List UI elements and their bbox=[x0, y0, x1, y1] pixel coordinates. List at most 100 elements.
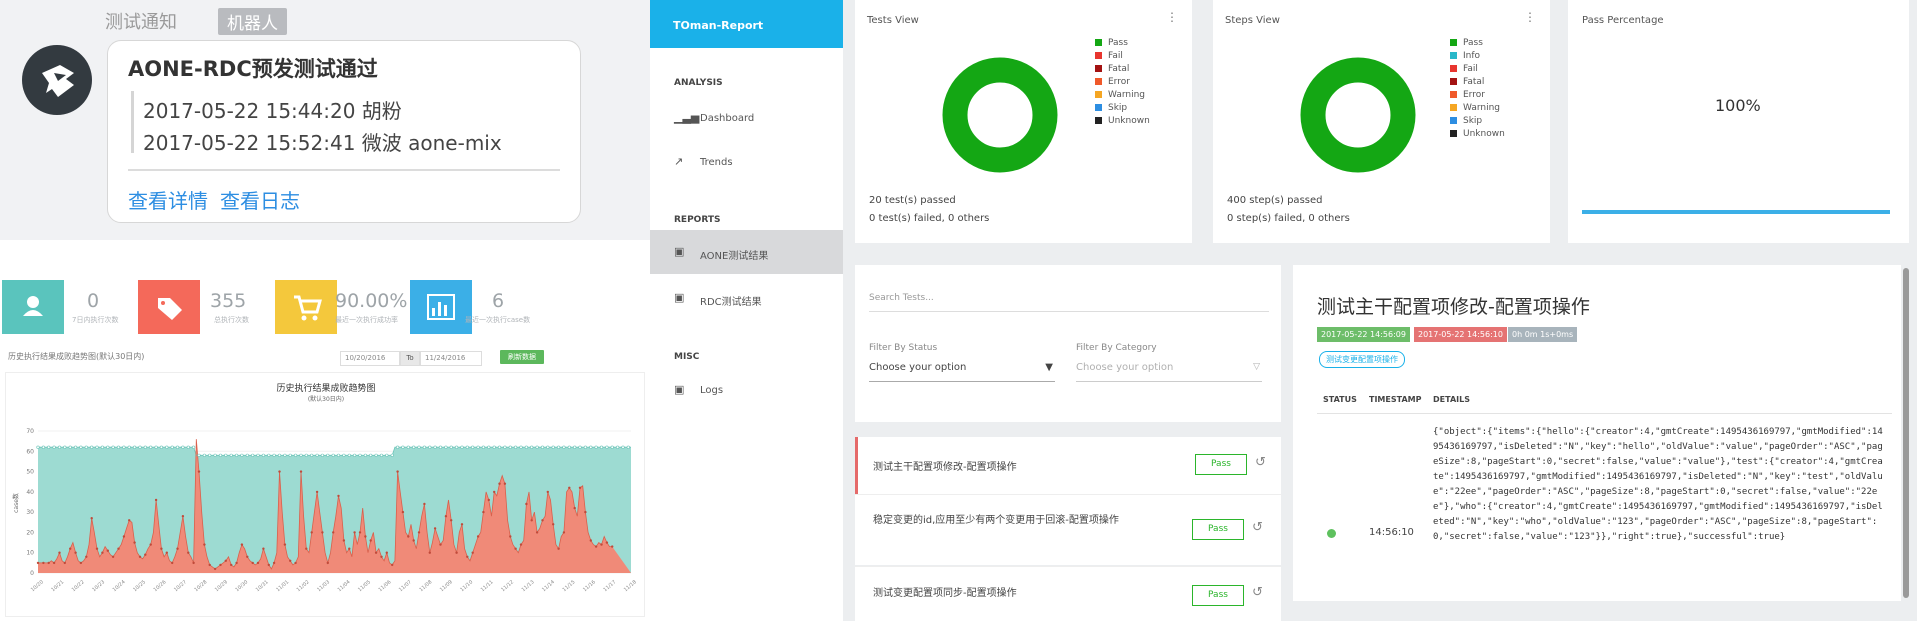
failed-point bbox=[310, 531, 313, 534]
legend-item[interactable]: Unknown bbox=[1450, 129, 1505, 139]
notification-line: 2017-05-22 15:52:41 微波 aone-mix bbox=[143, 131, 502, 155]
category-chip[interactable]: 测试变更配置项操作 bbox=[1319, 351, 1405, 368]
legend-swatch bbox=[1450, 91, 1457, 98]
failed-point bbox=[450, 519, 453, 522]
total-point bbox=[428, 445, 432, 449]
failed-point bbox=[557, 547, 560, 550]
legend-item[interactable]: Fatal bbox=[1450, 77, 1484, 87]
failed-point bbox=[482, 510, 485, 514]
failed-point bbox=[283, 543, 287, 546]
legend-item[interactable]: Skip bbox=[1095, 103, 1127, 113]
total-point bbox=[47, 445, 51, 449]
date-to-input[interactable]: 11/24/2016 bbox=[420, 351, 482, 366]
row-timestamp: 14:56:10 bbox=[1369, 527, 1414, 538]
legend-item[interactable]: Fail bbox=[1095, 51, 1123, 61]
total-point bbox=[149, 445, 153, 449]
failed-point bbox=[117, 547, 120, 550]
legend-item[interactable]: Info bbox=[1450, 51, 1480, 61]
total-point bbox=[396, 445, 400, 449]
search-tests-input[interactable]: Search Tests... bbox=[869, 293, 1269, 312]
y-tick-label: 10 bbox=[26, 550, 34, 557]
x-tick-label: 10/21 bbox=[50, 579, 65, 593]
total-point bbox=[320, 453, 325, 457]
legend-item[interactable]: Fail bbox=[1450, 64, 1478, 74]
more-icon[interactable]: ⋮ bbox=[1166, 10, 1178, 24]
total-point bbox=[267, 453, 271, 457]
nav-logs[interactable]: ▣ Logs bbox=[650, 368, 843, 412]
more-icon[interactable]: ⋮ bbox=[1524, 10, 1536, 24]
panel-title: Pass Percentage bbox=[1582, 15, 1664, 26]
total-point bbox=[240, 453, 244, 457]
category-filter-select[interactable]: Choose your option ▽ bbox=[1076, 362, 1262, 382]
undo-icon[interactable]: ↺ bbox=[1252, 585, 1263, 600]
start-time-tag: 2017-05-22 14:56:09 bbox=[1317, 327, 1410, 342]
failed-point bbox=[487, 498, 490, 502]
brand-logo[interactable]: TOman-Report bbox=[650, 0, 843, 48]
detail-title: 测试主干配置项修改-配置项操作 bbox=[1317, 296, 1590, 318]
legend-item[interactable]: Skip bbox=[1450, 116, 1482, 126]
nav-aone-results[interactable]: ▣ AONE测试结果 bbox=[650, 230, 843, 274]
tests-failed-text: 0 test(s) failed, 0 others bbox=[869, 213, 990, 224]
total-point bbox=[465, 445, 469, 449]
failed-point bbox=[584, 510, 587, 514]
failed-point bbox=[573, 506, 576, 510]
cart-icon bbox=[275, 280, 337, 334]
legend-item[interactable]: Warning bbox=[1450, 103, 1500, 113]
nav-dashboard[interactable]: ▁▃▅ Dashboard bbox=[650, 96, 843, 140]
total-point bbox=[519, 445, 523, 449]
undo-icon[interactable]: ↺ bbox=[1252, 520, 1263, 535]
legend-swatch bbox=[1450, 104, 1457, 111]
refresh-data-button[interactable]: 刷新数据 bbox=[500, 350, 544, 364]
notification-card: AONE-RDC预发测试通过 2017-05-22 15:44:20 胡粉 20… bbox=[107, 40, 581, 223]
failed-point bbox=[423, 502, 426, 506]
detail-scrollbar[interactable] bbox=[1903, 268, 1909, 598]
failed-point bbox=[181, 515, 185, 518]
total-point bbox=[326, 453, 330, 457]
total-point bbox=[79, 445, 83, 449]
steps-donut bbox=[1300, 57, 1416, 173]
test-list-item[interactable]: 测试变更配置项同步-配置项操作 Pass ↺ bbox=[855, 566, 1281, 621]
legend-item[interactable]: Error bbox=[1450, 90, 1485, 100]
document-icon: ▣ bbox=[674, 291, 685, 304]
trend-line-icon: ↗ bbox=[674, 155, 684, 168]
legend-swatch bbox=[1095, 104, 1102, 111]
trend-chart-svg: 历史执行结果成败趋势图(默认30日内) case数 0 10 20 30 40 50 60 70 1… bbox=[12, 382, 638, 593]
test-list-item-active[interactable]: 测试主干配置项修改-配置项操作 Pass ↺ bbox=[855, 437, 1281, 494]
stat-value: 90.00% bbox=[335, 290, 408, 312]
total-point bbox=[100, 445, 104, 449]
legend-item[interactable]: Pass bbox=[1095, 38, 1128, 48]
legend-item[interactable]: Pass bbox=[1450, 38, 1483, 48]
notification-panel: 测试通知 机器人 AONE-RDC预发测试通过 2017-05-22 15:44… bbox=[0, 0, 650, 240]
failed-point bbox=[525, 502, 528, 506]
total-point bbox=[422, 445, 427, 449]
failed-point bbox=[439, 543, 442, 546]
legend-item[interactable]: Warning bbox=[1095, 90, 1145, 100]
failed-point bbox=[230, 563, 233, 567]
failed-point bbox=[514, 547, 517, 550]
date-from-input[interactable]: 10/20/2016 bbox=[340, 351, 400, 366]
total-point bbox=[535, 445, 539, 449]
undo-icon[interactable]: ↺ bbox=[1255, 455, 1266, 470]
failed-point bbox=[203, 543, 206, 546]
legend-item[interactable]: Unknown bbox=[1095, 116, 1150, 126]
nav-trends[interactable]: ↗ Trends bbox=[650, 140, 843, 184]
view-log-link[interactable]: 查看日志 bbox=[220, 185, 300, 214]
failed-point bbox=[541, 519, 544, 522]
status-filter-select[interactable]: Choose your option ▼ bbox=[869, 362, 1055, 382]
legend-label: Warning bbox=[1108, 90, 1146, 100]
nav-rdc-results[interactable]: ▣ RDC测试结果 bbox=[650, 276, 843, 320]
total-point bbox=[514, 445, 518, 449]
legend-item[interactable]: Fatal bbox=[1095, 64, 1129, 74]
legend-swatch bbox=[1450, 39, 1457, 46]
test-list-item[interactable]: 稳定变更的id,应用至少有两个变更用于回滚-配置项操作 Pass ↺ bbox=[855, 494, 1281, 565]
failed-point bbox=[246, 555, 249, 558]
table-header-divider bbox=[1317, 413, 1892, 414]
total-point bbox=[235, 453, 239, 457]
legend-label: Unknown bbox=[1108, 116, 1150, 126]
view-details-link[interactable]: 查看详情 bbox=[128, 185, 208, 214]
legend-item[interactable]: Error bbox=[1095, 77, 1130, 87]
total-point bbox=[492, 445, 496, 449]
x-tick-label: 11/15 bbox=[562, 579, 577, 593]
total-point bbox=[556, 445, 561, 449]
failed-point bbox=[138, 555, 142, 558]
